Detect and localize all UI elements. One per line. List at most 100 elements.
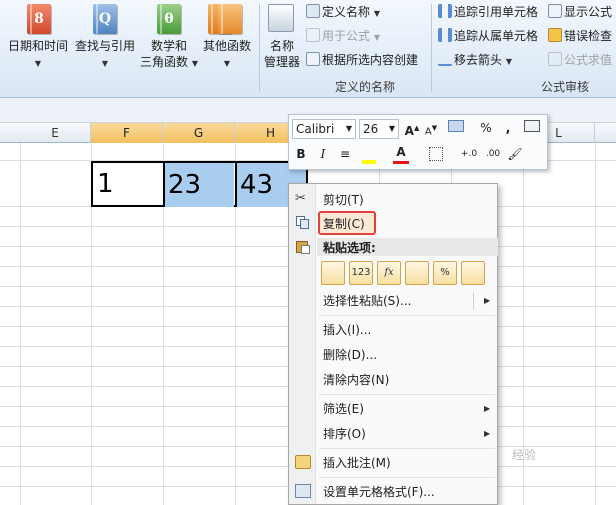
menu-item-delete[interactable]: 删除(D)... xyxy=(323,347,377,363)
column-header-g[interactable]: G xyxy=(163,123,235,143)
menu-item-insert-comment[interactable]: 插入批注(M) xyxy=(323,455,391,471)
submenu-arrow-icon: ▶ xyxy=(484,429,491,438)
more-functions-label: 其他函数 xyxy=(202,39,251,53)
cell-divider xyxy=(235,161,237,207)
increase-decimal-icon[interactable]: +.0 xyxy=(459,145,479,165)
insert-comment-icon xyxy=(295,455,311,469)
trace-dependents-icon xyxy=(438,28,452,42)
error-checking-button[interactable]: 错误检查 xyxy=(548,28,612,44)
more-functions-book-icon-2 xyxy=(218,4,242,34)
column-header-f[interactable]: F xyxy=(91,123,163,143)
menu-item-clear-contents[interactable]: 清除内容(N) xyxy=(323,372,389,388)
menu-item-paste-special[interactable]: 选择性粘贴(S)... xyxy=(323,293,411,309)
name-manager-icon xyxy=(268,4,294,32)
remove-arrows-label: 移去箭头 xyxy=(454,53,503,67)
gridline xyxy=(20,143,21,505)
submenu-separator xyxy=(473,292,474,310)
table-create-icon xyxy=(306,52,320,66)
defined-names-group-label: 定义的名称 xyxy=(334,80,395,94)
menu-item-filter[interactable]: 筛选(E) xyxy=(323,401,364,417)
paste-option-link-icon[interactable] xyxy=(461,261,485,285)
cell-g[interactable]: 23 xyxy=(164,163,234,207)
ribbon: 8 日期和时间 ▼ Q 查找与引用 ▼ θ 数学和 三角函数 ▼ 其他函数 ▼ 名称 管理… xyxy=(0,0,616,98)
menu-separator xyxy=(319,315,495,316)
bold-button[interactable]: B xyxy=(293,145,309,165)
percent-style-icon[interactable]: % xyxy=(479,119,493,139)
evaluate-formula-label: 公式求值 xyxy=(564,53,613,67)
menu-item-cut[interactable]: 剪切(T) xyxy=(323,192,364,208)
remove-arrows-button[interactable]: 移去箭头 ▼ xyxy=(438,52,512,70)
remove-arrows-icon xyxy=(438,52,452,66)
grow-font-icon[interactable]: A▲ xyxy=(403,119,421,139)
paste-option-paste-icon[interactable] xyxy=(321,261,345,285)
chevron-down-icon: ▼ xyxy=(345,124,352,133)
lookup-reference-label: 查找与引用 xyxy=(74,39,135,53)
ribbon-separator xyxy=(431,4,432,92)
align-center-icon[interactable]: ≡ xyxy=(337,145,353,165)
copy-icon xyxy=(295,216,311,230)
decrease-decimal-icon[interactable]: .00 xyxy=(483,145,503,165)
warning-icon xyxy=(548,28,562,42)
menu-item-sort[interactable]: 排序(O) xyxy=(323,426,366,442)
trace-precedents-label: 追踪引用单元格 xyxy=(454,5,539,19)
trace-precedents-button[interactable]: 追踪引用单元格 xyxy=(438,4,538,20)
cell-f[interactable]: 1 xyxy=(93,162,162,206)
menu-item-format-cells[interactable]: 设置单元格格式(F)... xyxy=(323,484,435,500)
evaluate-formula-button[interactable]: 公式求值 xyxy=(548,52,612,68)
trace-dependents-label: 追踪从属单元格 xyxy=(454,29,539,43)
use-in-formula-button[interactable]: 用于公式 ▼ xyxy=(306,28,380,46)
paste-option-formatting-icon[interactable]: % xyxy=(433,261,457,285)
define-name-button[interactable]: 定义名称 ▼ xyxy=(306,4,380,22)
date-time-label: 日期和时间 xyxy=(7,39,68,53)
ribbon-separator xyxy=(259,4,260,92)
chevron-down-icon: ▼ xyxy=(373,9,380,18)
submenu-arrow-icon: ▶ xyxy=(484,404,491,413)
borders-icon[interactable] xyxy=(429,147,443,161)
paste-options-label: 粘贴选项: xyxy=(323,241,376,255)
calendar-book-icon: 8 xyxy=(27,4,51,34)
more-functions-button[interactable]: 其他函数 ▼ xyxy=(198,38,256,72)
date-time-button[interactable]: 日期和时间 ▼ xyxy=(6,38,70,72)
font-color-letter: A xyxy=(396,145,406,159)
font-size-box[interactable]: 26 ▼ xyxy=(359,119,399,139)
menu-separator xyxy=(319,394,495,395)
math-trig-button[interactable]: 数学和 三角函数 ▼ xyxy=(138,38,200,72)
error-checking-label: 错误检查 xyxy=(564,29,613,43)
lookup-reference-button[interactable]: 查找与引用 ▼ xyxy=(72,38,138,72)
format-painter-top-icon[interactable] xyxy=(521,119,543,139)
fill-color-icon[interactable] xyxy=(359,145,379,165)
italic-button[interactable]: I xyxy=(315,145,331,165)
submenu-arrow-icon: ▶ xyxy=(484,296,491,305)
paste-option-formulas-icon[interactable]: fx xyxy=(377,261,401,285)
paste-option-transpose-icon[interactable] xyxy=(405,261,429,285)
name-manager-button[interactable]: 名称 管理器 xyxy=(262,38,302,70)
show-formulas-button[interactable]: 显示公式 xyxy=(548,4,612,20)
trace-dependents-button[interactable]: 追踪从属单元格 xyxy=(438,28,538,44)
use-in-formula-label: 用于公式 xyxy=(322,29,371,43)
column-header-m[interactable] xyxy=(595,123,616,143)
watermark-text: 经验 xyxy=(512,448,537,462)
paste-option-values-icon[interactable]: 123 xyxy=(349,261,373,285)
menu-separator xyxy=(319,477,495,478)
create-from-selection-label: 根据所选内容创建 xyxy=(322,53,419,67)
comma-style-icon[interactable]: , xyxy=(503,119,513,139)
chevron-down-icon: ▼ xyxy=(388,124,395,133)
menu-item-copy[interactable]: 复制(C) xyxy=(323,216,365,232)
column-header-e[interactable]: E xyxy=(20,123,91,143)
name-manager-label-1: 名称 xyxy=(269,39,294,53)
format-painter-icon[interactable]: 🖌 xyxy=(507,145,523,165)
font-color-icon[interactable]: A xyxy=(393,145,409,164)
number-format-icon[interactable] xyxy=(445,119,467,139)
shrink-font-icon[interactable]: A▼ xyxy=(423,119,439,139)
font-name-box[interactable]: Calibri ▼ xyxy=(292,119,356,139)
cell-divider xyxy=(163,161,165,207)
chevron-down-icon: ▼ xyxy=(101,59,109,68)
paste-icon xyxy=(295,240,311,254)
trace-precedents-icon xyxy=(438,4,452,18)
create-from-selection-button[interactable]: 根据所选内容创建 xyxy=(306,52,418,68)
formula-auditing-group-label: 公式审核 xyxy=(540,80,589,94)
name-manager-label-2: 管理器 xyxy=(263,55,300,69)
show-formulas-icon xyxy=(548,4,562,18)
menu-item-insert[interactable]: 插入(I)... xyxy=(323,322,371,338)
tag-icon xyxy=(306,4,320,18)
